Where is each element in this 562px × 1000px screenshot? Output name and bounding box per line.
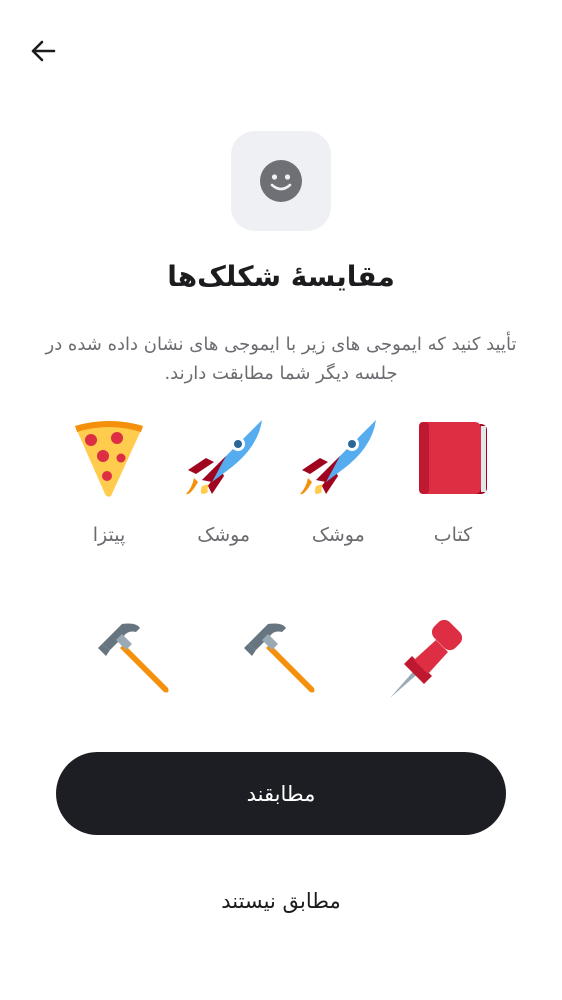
no-match-button[interactable]: مطابق نیستند bbox=[156, 876, 406, 926]
pizza-icon bbox=[75, 421, 143, 497]
emoji-label: موشک bbox=[311, 524, 365, 546]
pushpin-icon bbox=[390, 620, 463, 698]
hammer-icon bbox=[98, 623, 169, 693]
emoji-row-1: کتاب موشک موشک پیتزا bbox=[52, 418, 510, 546]
match-button[interactable]: مطابقند bbox=[56, 752, 506, 835]
back-button[interactable] bbox=[22, 30, 64, 72]
emoji-item: موشک bbox=[281, 418, 395, 546]
rocket-icon bbox=[300, 420, 377, 495]
emoji-item bbox=[96, 620, 176, 700]
emoji-item: کتاب bbox=[396, 418, 510, 546]
book-icon bbox=[418, 422, 487, 494]
emoji-label: موشک bbox=[197, 524, 251, 546]
verify-emoji-screen: مقایسهٔ شکلک‌ها تأیید کنید که ایموجی های… bbox=[0, 0, 562, 1000]
emoji-item: پیتزا bbox=[52, 418, 166, 546]
page-title: مقایسهٔ شکلک‌ها bbox=[167, 260, 395, 293]
emoji-row-2 bbox=[96, 620, 468, 700]
header-icon-container bbox=[231, 131, 331, 231]
emoji-item: موشک bbox=[167, 418, 281, 546]
emoji-item bbox=[388, 620, 468, 700]
emoji-label: پیتزا bbox=[92, 524, 126, 546]
arrow-left-icon bbox=[31, 40, 56, 62]
smiley-face-icon bbox=[260, 160, 302, 202]
emoji-label: کتاب bbox=[433, 524, 473, 546]
hammer-icon bbox=[244, 623, 315, 693]
rocket-icon bbox=[185, 420, 262, 495]
description-text: تأیید کنید که ایموجی های زیر با ایموجی ه… bbox=[45, 334, 517, 384]
emoji-item bbox=[242, 620, 322, 700]
